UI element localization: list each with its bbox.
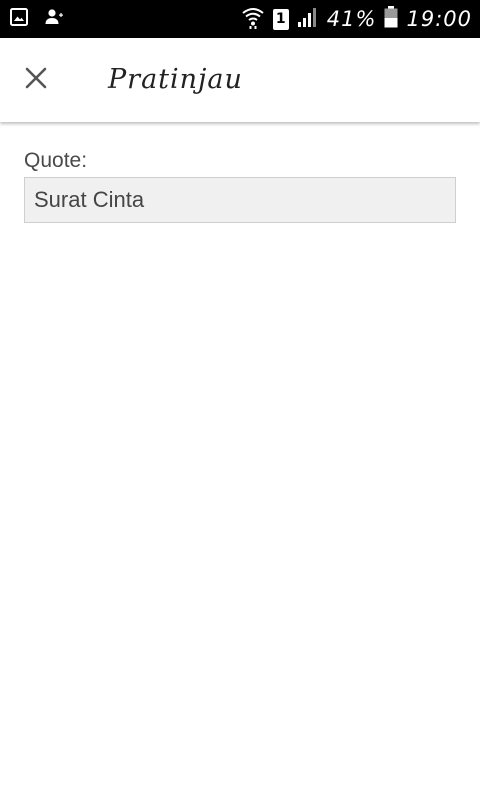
signal-icon — [297, 6, 319, 32]
person-add-icon — [44, 8, 64, 30]
close-button[interactable] — [14, 58, 58, 102]
toolbar: Pratinjau — [0, 38, 480, 122]
gallery-icon — [10, 8, 28, 30]
battery-icon — [384, 6, 398, 32]
status-bar-left — [10, 8, 64, 30]
preview-content: Quote: Surat Cinta — [24, 148, 456, 223]
clock: 19:00 — [406, 7, 472, 31]
quote-field[interactable]: Surat Cinta — [24, 177, 456, 223]
close-icon — [24, 66, 48, 94]
status-bar: 1 41% 19:00 — [0, 0, 480, 38]
sim-icon: 1 — [272, 8, 289, 30]
status-bar-right: 1 41% 19:00 — [241, 6, 472, 32]
wifi-icon — [241, 5, 265, 33]
quote-label: Quote: — [24, 149, 88, 172]
battery-percent: 41% — [326, 7, 377, 31]
page-title: Pratinjau — [108, 64, 243, 95]
